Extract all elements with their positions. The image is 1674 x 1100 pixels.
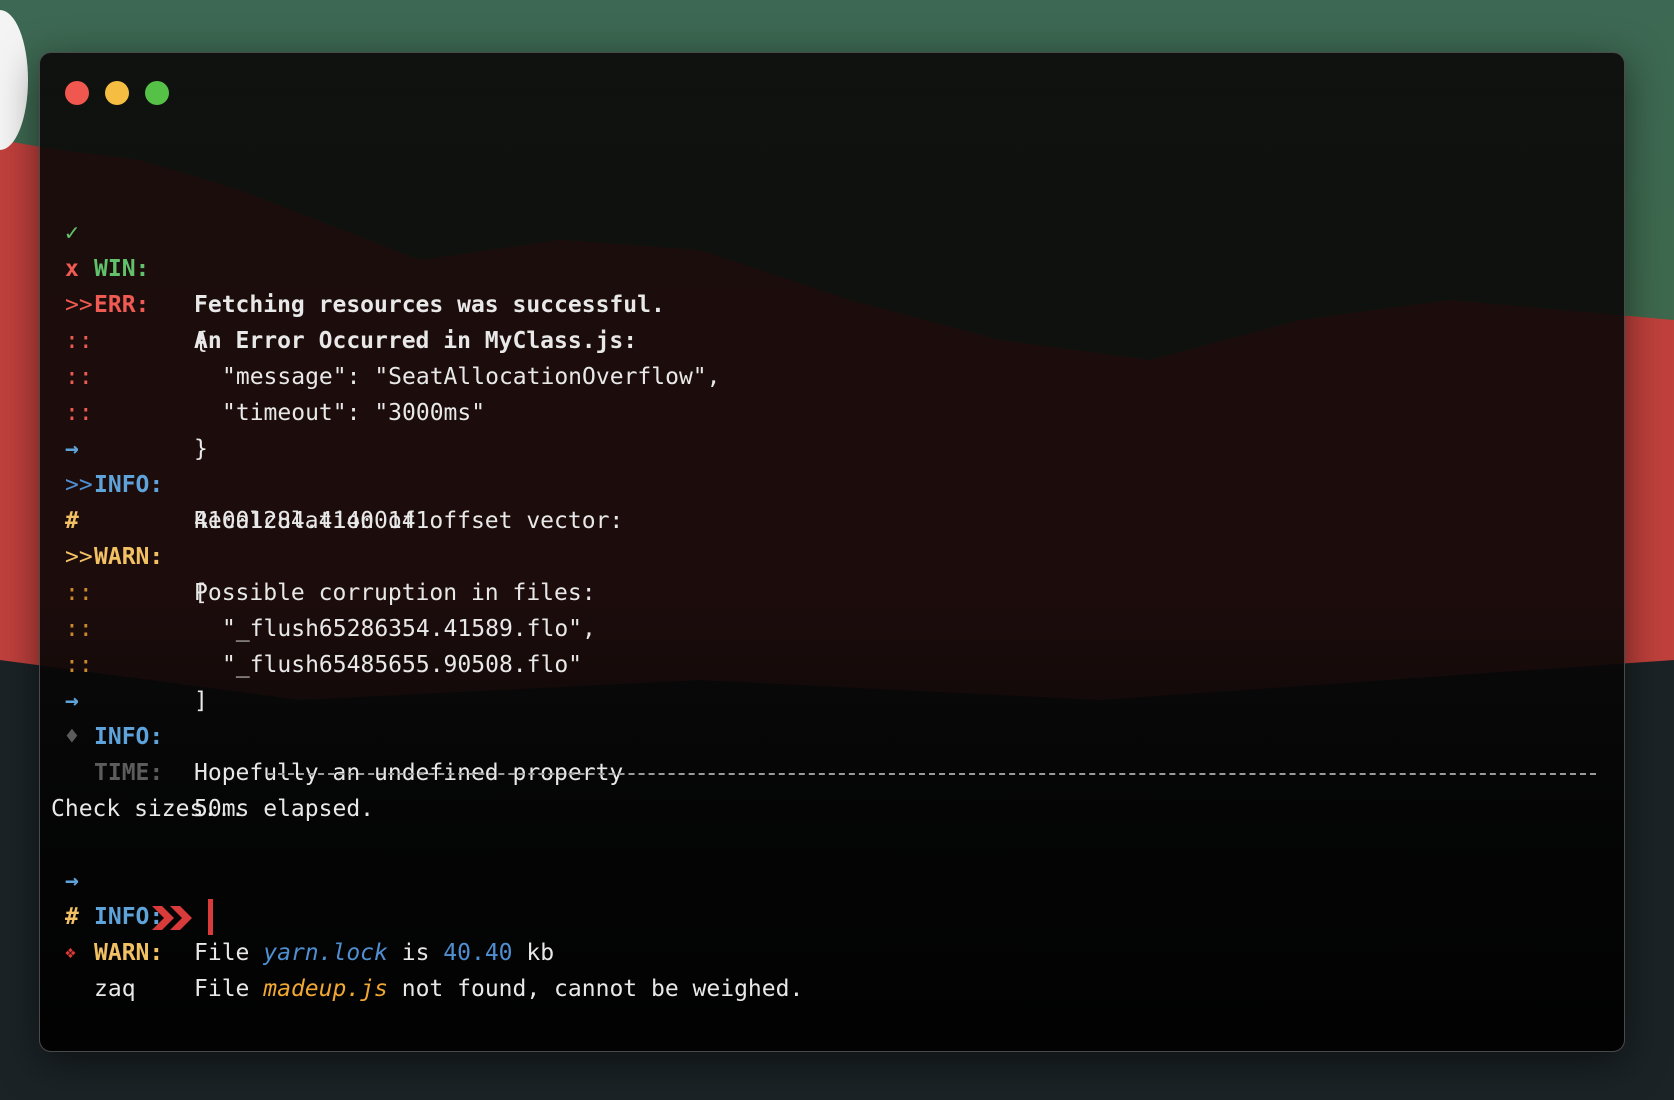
log-message: File madeup.js not found, cannot be weig… — [194, 971, 803, 1007]
maximize-button[interactable] — [145, 81, 169, 105]
prompt-user: zaq — [94, 976, 136, 1002]
close-button[interactable] — [65, 81, 89, 105]
double-chevron-right-icon — [152, 906, 192, 930]
text-suffix: not found, cannot be weighed. — [401, 976, 804, 1002]
check-sizes-header: Check sizes... — [40, 755, 1624, 822]
diamond-icon: ♦ — [65, 724, 79, 750]
text-file: File — [194, 940, 250, 966]
terminal-window[interactable]: ✓ WIN: Fetching resources was successful… — [39, 52, 1625, 1052]
log-line-info: → INFO: Hopefully an undefined property — [40, 647, 1624, 786]
file-name: madeup.js — [263, 976, 388, 1002]
size-line-warn: # WARN: File madeup.js not found, cannot… — [40, 863, 1624, 1002]
log-line-time: ♦ TIME: 50ms elapsed. — [40, 683, 1624, 822]
section-title: Check sizes... — [51, 796, 245, 822]
log-detail-line: :: ] — [40, 611, 1624, 714]
text-is: is — [401, 940, 430, 966]
log-detail-line: >> 41001284.41400141 — [40, 431, 1624, 534]
log-line-info: → INFO: Recalculation of offset vector: — [40, 395, 1624, 534]
window-controls — [65, 81, 169, 105]
terminal-output: ✓ WIN: Fetching resources was successful… — [40, 179, 1624, 1002]
log-detail-line: :: "message": "SeatAllocationOverflow", — [40, 287, 1624, 390]
size-line-info: → INFO: File yarn.lock is 40.40 kb — [40, 827, 1624, 966]
file-name: yarn.lock — [263, 940, 388, 966]
prompt-diamond-icon: ❖ — [65, 942, 76, 963]
log-line-err: x ERR: An Error Occurred in MyClass.js: — [40, 215, 1624, 354]
text-cursor[interactable] — [208, 899, 213, 935]
text-file: File — [194, 976, 250, 1002]
log-line-win: ✓ WIN: Fetching resources was successful… — [40, 179, 1624, 318]
log-detail-line: :: } — [40, 359, 1624, 462]
log-detail-line: :: "timeout": "3000ms" — [40, 323, 1624, 426]
log-detail-line: :: "_flush65485655.90508.flo" — [40, 575, 1624, 678]
log-detail-line: >> { — [40, 251, 1624, 354]
log-detail-line: >> [ — [40, 503, 1624, 606]
shell-prompt[interactable]: ❖ zaq — [40, 899, 1624, 1002]
size-unit: kb — [526, 940, 555, 966]
log-message: File yarn.lock is 40.40 kb — [194, 935, 554, 971]
divider — [268, 773, 1596, 775]
minimize-button[interactable] — [105, 81, 129, 105]
log-detail-line: :: "_flush65286354.41589.flo", — [40, 539, 1624, 642]
log-line-warn: # WARN: Possible corruption in files: — [40, 467, 1624, 606]
file-size: 40.40 — [443, 940, 513, 966]
